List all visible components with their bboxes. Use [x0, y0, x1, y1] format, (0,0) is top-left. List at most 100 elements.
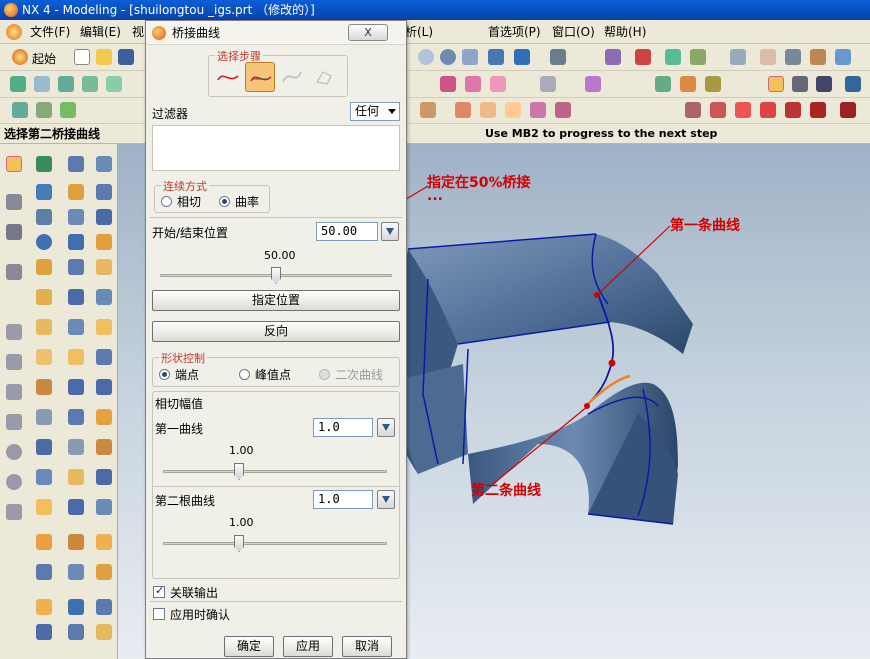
edit-surface-icon[interactable]: [420, 102, 436, 118]
sketch-icon[interactable]: [36, 156, 52, 172]
mesh-tool-icon[interactable]: [490, 76, 506, 92]
line-tool-icon[interactable]: [10, 76, 26, 92]
analysis-curve-icon[interactable]: [655, 76, 671, 92]
tools-icon[interactable]: [810, 49, 826, 65]
split-curve-icon[interactable]: [36, 102, 52, 118]
trim-tool-icon[interactable]: [540, 76, 556, 92]
unite-icon[interactable]: [36, 624, 52, 640]
analysis-icon[interactable]: [635, 49, 651, 65]
surface-tool-icon[interactable]: [440, 76, 456, 92]
surface-7-icon[interactable]: [96, 319, 112, 335]
second-curve-slider-track[interactable]: [163, 542, 387, 545]
step-surface-button[interactable]: [277, 62, 307, 92]
slot-icon[interactable]: [36, 469, 52, 485]
snap-icon[interactable]: [760, 49, 776, 65]
surface-5-icon[interactable]: [96, 259, 112, 275]
solid-8-icon[interactable]: [68, 439, 84, 455]
layer-icon[interactable]: [605, 49, 621, 65]
associative-output-checkbox[interactable]: [153, 584, 165, 598]
offset-tool-icon[interactable]: [82, 76, 98, 92]
extrude-icon[interactable]: [36, 184, 52, 200]
first-curve-slider-thumb[interactable]: [234, 463, 244, 480]
mirror-icon[interactable]: [840, 102, 856, 118]
menu-window[interactable]: 窗口(O): [552, 20, 595, 44]
color-icon[interactable]: [705, 76, 721, 92]
solid-7-icon[interactable]: [68, 409, 84, 425]
solid-14-icon[interactable]: [68, 624, 84, 640]
extract-icon[interactable]: [785, 102, 801, 118]
hide-icon[interactable]: [792, 76, 808, 92]
extend-tool-icon[interactable]: [585, 76, 601, 92]
wcs-icon[interactable]: [730, 49, 746, 65]
blend-icon[interactable]: [455, 102, 471, 118]
position-options-button[interactable]: [381, 222, 399, 241]
line-2-icon[interactable]: [6, 354, 22, 370]
continuity-curvature-radio[interactable]: [219, 196, 230, 207]
arc-tool-icon[interactable]: [34, 76, 50, 92]
step-second-curve-button[interactable]: [245, 62, 275, 92]
solid-icon[interactable]: [68, 234, 84, 250]
surface-1-icon[interactable]: [96, 156, 112, 172]
surface-9-icon[interactable]: [96, 379, 112, 395]
sphere-icon[interactable]: [36, 234, 52, 250]
solid-13-icon[interactable]: [68, 599, 84, 615]
surface-12-icon[interactable]: [96, 469, 112, 485]
menu-preferences[interactable]: 首选项(P): [488, 20, 541, 44]
surface-11-icon[interactable]: [96, 439, 112, 455]
point-tool-icon[interactable]: [6, 156, 22, 172]
surface-2-icon[interactable]: [96, 184, 112, 200]
shape-endpoint-radio[interactable]: [159, 369, 170, 380]
second-curve-slider-thumb[interactable]: [234, 535, 244, 552]
chamfer-icon[interactable]: [480, 102, 496, 118]
blend-face-icon[interactable]: [68, 184, 84, 200]
surface-8-icon[interactable]: [96, 349, 112, 365]
solid-10-icon[interactable]: [68, 499, 84, 515]
apply-button[interactable]: 应用: [283, 636, 333, 657]
step-template-button[interactable]: [309, 62, 339, 92]
shell-icon[interactable]: [505, 102, 521, 118]
solid-12-icon[interactable]: [68, 564, 84, 580]
position-slider-thumb[interactable]: [271, 267, 281, 284]
show-icon[interactable]: [816, 76, 832, 92]
fit-icon[interactable]: [488, 49, 504, 65]
solid-5-icon[interactable]: [68, 349, 84, 365]
pad-icon[interactable]: [36, 439, 52, 455]
rotate-icon[interactable]: [440, 49, 456, 65]
surface-3-icon[interactable]: [96, 209, 112, 225]
info-icon[interactable]: [690, 49, 706, 65]
ok-button[interactable]: 确定: [224, 636, 274, 657]
intersect-icon[interactable]: [735, 102, 751, 118]
surface-13-icon[interactable]: [96, 499, 112, 515]
surface-14-icon[interactable]: [96, 534, 112, 550]
bridge-icon[interactable]: [685, 102, 701, 118]
pivot-icon[interactable]: [6, 414, 22, 430]
surface-6-icon[interactable]: [96, 289, 112, 305]
menu-app-icon[interactable]: [6, 24, 22, 40]
hole-icon[interactable]: [36, 349, 52, 365]
cone-icon[interactable]: [36, 319, 52, 335]
solid-3-icon[interactable]: [68, 289, 84, 305]
first-curve-slider-track[interactable]: [163, 470, 387, 473]
start-button[interactable]: 起始: [32, 50, 56, 67]
mirror-body-icon[interactable]: [36, 599, 52, 615]
first-curve-options-button[interactable]: [377, 418, 395, 437]
second-curve-point[interactable]: [584, 403, 590, 409]
save-icon[interactable]: [118, 49, 134, 65]
plane-icon[interactable]: [6, 224, 22, 240]
axis-icon[interactable]: [6, 264, 22, 280]
continuity-tangent-radio[interactable]: [161, 196, 172, 207]
measure-icon[interactable]: [665, 49, 681, 65]
open-folder-icon[interactable]: [96, 49, 112, 65]
menu-help[interactable]: 帮助(H): [604, 20, 646, 44]
pocket-icon[interactable]: [36, 409, 52, 425]
menu-file[interactable]: 文件(F): [30, 20, 70, 44]
specify-position-button[interactable]: 指定位置: [152, 290, 400, 311]
surface-4-icon[interactable]: [96, 234, 112, 250]
step-first-curve-button[interactable]: [213, 62, 243, 92]
position-input[interactable]: 50.00: [316, 222, 378, 241]
sweep-tool-icon[interactable]: [465, 76, 481, 92]
group-icon[interactable]: [785, 49, 801, 65]
block-icon[interactable]: [36, 259, 52, 275]
boss-icon[interactable]: [36, 379, 52, 395]
groove-icon[interactable]: [36, 499, 52, 515]
